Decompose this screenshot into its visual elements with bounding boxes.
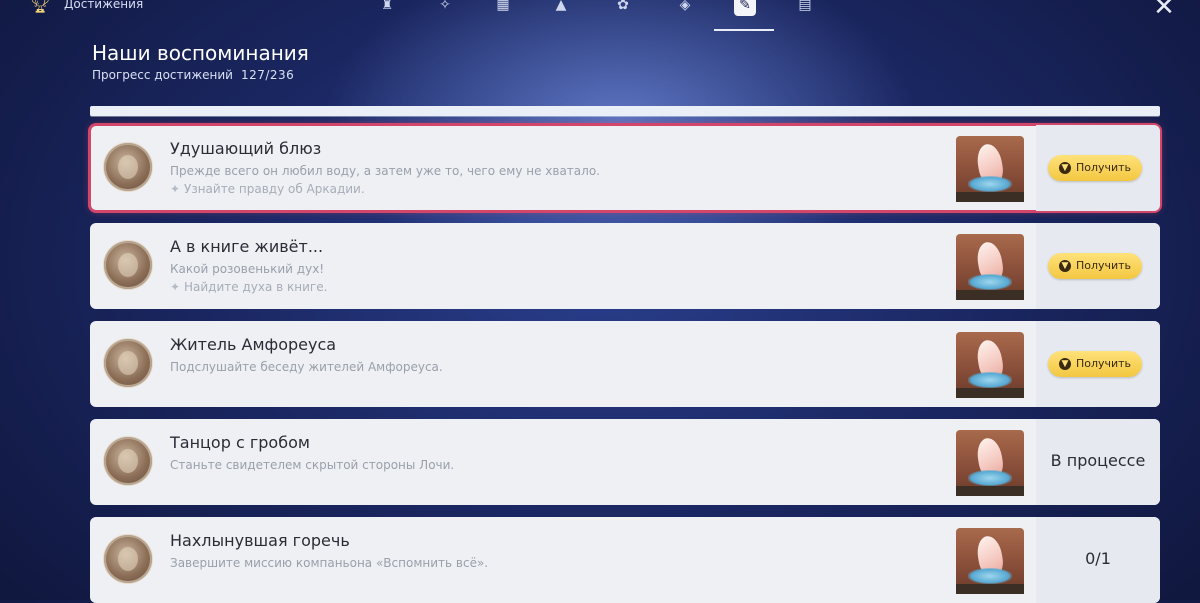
page-title: Наши воспоминания (92, 41, 309, 65)
claim-icon: ▼ (1058, 260, 1071, 272)
claim-button[interactable]: ▼ Получить (1048, 155, 1142, 181)
category-1-icon: ♜ (380, 0, 394, 13)
claim-button[interactable]: ▼ Получить (1048, 351, 1142, 377)
category-8-icon: ▤ (798, 0, 812, 13)
reward-item-icon (956, 136, 1024, 202)
achievement-action-panel: ▼ Получить (1036, 321, 1160, 407)
achievement-title: Житель Амфореуса (170, 335, 337, 354)
achievement-title: А в книге живёт... (170, 237, 324, 256)
claim-icon: ▼ (1058, 162, 1071, 174)
achievement-title: Удушающий блюз (170, 139, 322, 158)
active-tab-indicator (714, 29, 774, 31)
claim-icon: ▼ (1058, 358, 1071, 370)
hint-icon: ✦ (170, 182, 181, 196)
category-5-icon: ✿ (617, 0, 629, 13)
achievement-action-panel: В процессе (1036, 419, 1160, 505)
tab-category-4[interactable]: ▲ (544, 0, 578, 18)
hint-icon: ✦ (170, 280, 181, 294)
tab-category-2[interactable]: ✧ (428, 0, 462, 18)
achievement-description: Подслушайте беседу жителей Амфореуса. (170, 360, 443, 374)
achievement-action-panel: ▼ Получить (1036, 125, 1160, 211)
tab-category-7[interactable]: ✎ (728, 0, 762, 18)
achievement-description: Прежде всего он любил воду, а затем уже … (170, 164, 600, 178)
achievement-hint: ✦ Найдите духа в книге. (170, 279, 327, 295)
achievement-badge-icon (104, 339, 152, 387)
tab-category-3[interactable]: ▦ (486, 0, 520, 18)
tab-category-5[interactable]: ✿ (606, 0, 640, 18)
achievement-card[interactable]: Танцор с гробом Станьте свидетелем скрыт… (90, 419, 1160, 505)
tab-category-6[interactable]: ◈ (668, 0, 702, 18)
achievement-badge-icon (104, 535, 152, 583)
achievement-badge-icon (104, 241, 152, 289)
close-icon[interactable]: ✕ (1150, 0, 1178, 20)
achievement-hint-text: Узнайте правду об Аркадии. (184, 182, 365, 196)
reward-item-icon (956, 528, 1024, 594)
achievement-title: Танцор с гробом (170, 433, 310, 452)
achievement-action-panel: ▼ Получить (1036, 223, 1160, 309)
reward-item-icon (956, 234, 1024, 300)
progress-label: Прогресс достижений (92, 68, 233, 82)
achievement-hint-text: Найдите духа в книге. (184, 280, 328, 294)
claim-button-label: Получить (1075, 161, 1132, 174)
achievement-title: Нахлынувшая горечь (170, 531, 350, 550)
achievement-badge-icon (104, 143, 152, 191)
app-title: Достижения (64, 0, 144, 11)
achievement-card[interactable]: А в книге живёт... Какой розовенький дух… (90, 223, 1160, 309)
category-7-icon: ✎ (734, 0, 756, 16)
achievement-hint: ✦ Узнайте правду об Аркадии. (170, 181, 365, 197)
achievement-status: 0/1 (1085, 549, 1111, 568)
category-6-icon: ◈ (679, 0, 691, 13)
tab-category-1[interactable]: ♜ (370, 0, 404, 18)
achievement-card[interactable]: Нахлынувшая горечь Завершите миссию комп… (90, 517, 1160, 603)
category-2-icon: ✧ (439, 0, 451, 13)
achievement-progress: Прогресс достижений 127/236 (92, 67, 294, 83)
trophy-icon: 🏆︎ (30, 0, 51, 14)
achievement-card[interactable]: Удушающий блюз Прежде всего он любил вод… (88, 123, 1162, 213)
claim-button[interactable]: ▼ Получить (1048, 253, 1142, 279)
reward-item-icon (956, 430, 1024, 496)
category-3-icon: ▦ (496, 0, 510, 13)
achievement-action-panel: 0/1 (1036, 517, 1160, 603)
tab-category-8[interactable]: ▤ (788, 0, 822, 18)
reward-item-icon (956, 332, 1024, 398)
top-bar: 🏆︎ Достижения ♜ ✧ ▦ ▲ ✿ ◈ ✎ ▤ ✕ (0, 0, 1200, 31)
achievement-description: Какой розовенький дух! (170, 262, 325, 276)
progress-value: 127/236 (240, 68, 295, 82)
achievement-description: Завершите миссию компаньона «Вспомнить в… (170, 556, 489, 570)
achievement-status: В процессе (1050, 451, 1146, 470)
category-4-icon: ▲ (555, 0, 567, 13)
list-top-edge (90, 106, 1160, 116)
claim-button-label: Получить (1075, 259, 1132, 272)
achievement-badge-icon (104, 437, 152, 485)
achievement-description: Станьте свидетелем скрытой стороны Лочи. (170, 458, 455, 472)
achievement-card[interactable]: Житель Амфореуса Подслушайте беседу жите… (90, 321, 1160, 407)
claim-button-label: Получить (1075, 357, 1132, 370)
